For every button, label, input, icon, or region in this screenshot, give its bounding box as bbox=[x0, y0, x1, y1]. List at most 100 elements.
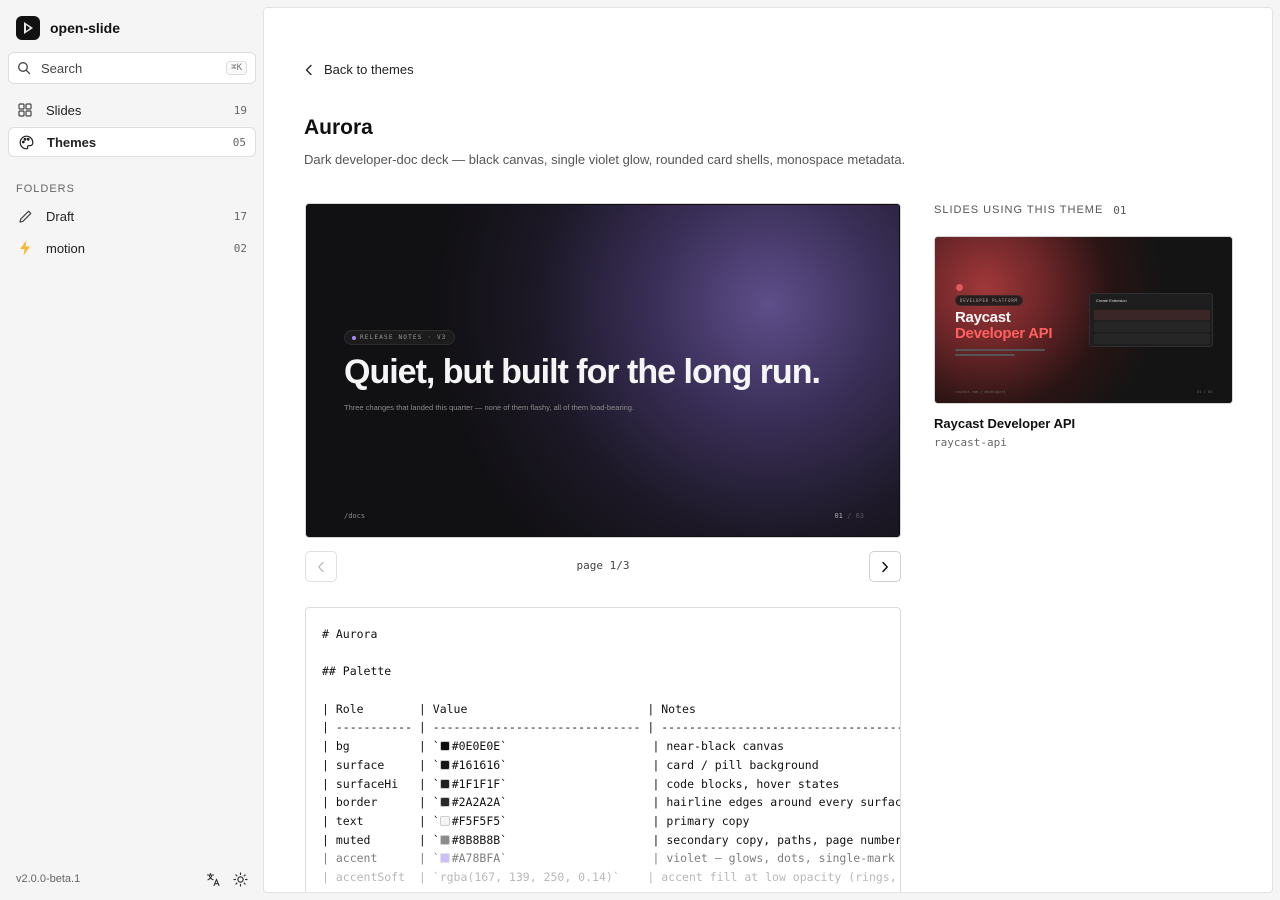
search-input[interactable]: Search ⌘K bbox=[8, 52, 256, 84]
translate-icon[interactable] bbox=[206, 872, 221, 892]
thumb-title-line2: Developer API bbox=[955, 325, 1053, 342]
markdown-text: #1F1F1F` | code blocks, hover states bbox=[451, 776, 840, 791]
search-icon bbox=[18, 62, 31, 75]
markdown-line: | surfaceHi | ` #1F1F1F` | code blocks, h… bbox=[322, 775, 900, 794]
thumb-panel-row bbox=[1094, 334, 1210, 344]
markdown-text: #F5F5F5` | primary copy bbox=[451, 813, 750, 828]
footer-icons bbox=[206, 872, 248, 892]
markdown-line: | accentSoft | `rgba(167, 139, 250, 0.14… bbox=[322, 869, 901, 884]
folder-item-count: 02 bbox=[233, 241, 247, 255]
markdown-line: # Aurora bbox=[322, 627, 378, 641]
markdown-line: | text | ` #F5F5F5` | primary copy bbox=[322, 812, 900, 831]
color-swatch bbox=[439, 741, 450, 752]
sun-icon[interactable] bbox=[233, 872, 248, 892]
markdown-text: | bg | ` bbox=[322, 739, 440, 754]
next-page-button[interactable] bbox=[869, 551, 901, 582]
thumb-pill: DEVELOPER PLATFORM bbox=[955, 295, 1023, 306]
theme-markdown: # Aurora ## Palette | Role | Value | Not… bbox=[305, 607, 901, 892]
color-swatch bbox=[439, 759, 450, 770]
markdown-text: #2A2A2A` | hairline edges around every s… bbox=[451, 795, 901, 810]
markdown-line: | muted | ` #8B8B8B` | secondary copy, pa… bbox=[322, 831, 901, 850]
markdown-text: | border | ` bbox=[322, 795, 440, 810]
palette-icon bbox=[18, 134, 34, 150]
accent-dot bbox=[352, 335, 356, 340]
markdown-line: | border | ` #2A2A2A` | hairline edges ar… bbox=[322, 793, 901, 812]
sidebar-item-label: Slides bbox=[46, 102, 82, 118]
folder-item-draft[interactable]: Draft 17 bbox=[8, 201, 256, 231]
used-by-heading: SLIDES USING THIS THEME 01 bbox=[934, 204, 1127, 217]
markdown-text: #161616` | card / pill background bbox=[451, 757, 819, 772]
thumb-panel: Create Extension bbox=[1089, 293, 1213, 347]
slide-subhead: Three changes that landed this quarter —… bbox=[344, 403, 635, 412]
thumb-panel-title: Create Extension bbox=[1096, 298, 1127, 303]
back-label: Back to themes bbox=[324, 62, 414, 77]
slide-card-title[interactable]: Raycast Developer API bbox=[934, 416, 1075, 431]
markdown-text: | muted | ` bbox=[322, 832, 440, 847]
sidebar-item-count: 05 bbox=[232, 135, 246, 149]
markdown-text: | accent | ` bbox=[322, 851, 440, 866]
markdown-line: | Role | Value | Notes bbox=[322, 701, 696, 716]
grid-icon bbox=[17, 102, 33, 118]
thumb-title-line1: Raycast bbox=[955, 309, 1011, 326]
markdown-line bbox=[322, 644, 900, 663]
markdown-text: #A78BFA` | violet — glows, dots, single-… bbox=[451, 851, 895, 866]
slide-headline: Quiet, but built for the long run. bbox=[344, 353, 821, 391]
folders-heading: FOLDERS bbox=[16, 183, 75, 195]
brand[interactable]: open-slide bbox=[16, 16, 120, 40]
folder-item-motion[interactable]: motion 02 bbox=[8, 233, 256, 263]
back-to-themes-link[interactable]: Back to themes bbox=[304, 62, 414, 77]
sidebar-item-count: 19 bbox=[233, 103, 247, 117]
sidebar-item-label: Themes bbox=[47, 134, 97, 150]
page-title: Aurora bbox=[304, 116, 373, 139]
theme-description: Dark developer-doc deck — black canvas, … bbox=[304, 152, 906, 167]
folder-item-label: Draft bbox=[46, 208, 75, 224]
lightning-icon bbox=[17, 240, 33, 256]
app-version: v2.0.0-beta.1 bbox=[16, 873, 81, 885]
pencil-icon bbox=[17, 208, 33, 224]
chevron-left-icon bbox=[305, 64, 312, 75]
thumb-logo-icon bbox=[956, 284, 963, 291]
slide-page-total: 03 bbox=[855, 512, 864, 520]
markdown-line: ## Palette bbox=[322, 664, 392, 679]
sidebar-item-slides[interactable]: Slides 19 bbox=[8, 95, 256, 125]
thumb-subtitle bbox=[955, 349, 1045, 357]
sidebar-item-themes[interactable]: Themes 05 bbox=[8, 127, 256, 157]
markdown-text: #8B8B8B` | secondary copy, paths, page n… bbox=[451, 832, 901, 847]
markdown-content: # Aurora ## Palette | Role | Value | Not… bbox=[322, 625, 901, 887]
theme-detail-panel: Back to themes Aurora Dark developer-doc… bbox=[263, 7, 1273, 893]
slide-page-sep: / bbox=[842, 512, 856, 520]
markdown-line bbox=[322, 681, 900, 700]
markdown-text: | text | ` bbox=[322, 813, 440, 828]
folder-item-count: 17 bbox=[233, 209, 247, 223]
color-swatch bbox=[439, 815, 450, 826]
app-name: open-slide bbox=[50, 20, 121, 36]
slide-pill: RELEASE NOTES · V3 bbox=[344, 330, 455, 345]
thumb-panel-row bbox=[1094, 310, 1210, 320]
markdown-line: | surface | ` #161616` | card / pill back… bbox=[322, 756, 900, 775]
slide-card-thumbnail[interactable]: DEVELOPER PLATFORM Raycast Developer API… bbox=[934, 236, 1233, 404]
search-placeholder: Search bbox=[41, 60, 83, 76]
color-swatch bbox=[439, 778, 450, 789]
color-swatch bbox=[439, 797, 450, 808]
preview-slide: RELEASE NOTES · V3 Quiet, but built for … bbox=[307, 205, 899, 536]
chevron-right-icon bbox=[882, 561, 888, 572]
markdown-line: | accent | ` #A78BFA` | violet — glows, d… bbox=[322, 849, 900, 868]
markdown-text: #0E0E0E` | near-black canvas bbox=[451, 739, 785, 754]
used-by-label: SLIDES USING THIS THEME bbox=[934, 204, 1104, 216]
color-swatch bbox=[439, 834, 450, 845]
markdown-text: | surface | ` bbox=[322, 757, 440, 772]
slide-pill-label: RELEASE NOTES · V3 bbox=[360, 334, 447, 341]
markdown-line: | bg | ` #0E0E0E` | near-black canvas bbox=[322, 737, 900, 756]
folder-item-label: motion bbox=[46, 240, 86, 256]
theme-preview: RELEASE NOTES · V3 Quiet, but built for … bbox=[305, 203, 901, 538]
markdown-text: | surfaceHi | ` bbox=[322, 776, 440, 791]
color-swatch bbox=[439, 853, 450, 864]
app-logo-icon bbox=[16, 16, 40, 40]
thumb-panel-row bbox=[1094, 322, 1210, 332]
pager-label: page 1/3 bbox=[576, 559, 630, 572]
thumb-footer: raycast.com / developers bbox=[955, 390, 1006, 394]
markdown-line: | ----------- | ------------------------… bbox=[322, 720, 901, 735]
sidebar: open-slide Search ⌘K Slides 19 Themes 05… bbox=[0, 0, 264, 900]
search-shortcut: ⌘K bbox=[226, 61, 247, 75]
slide-page-current: 01 bbox=[834, 512, 843, 520]
